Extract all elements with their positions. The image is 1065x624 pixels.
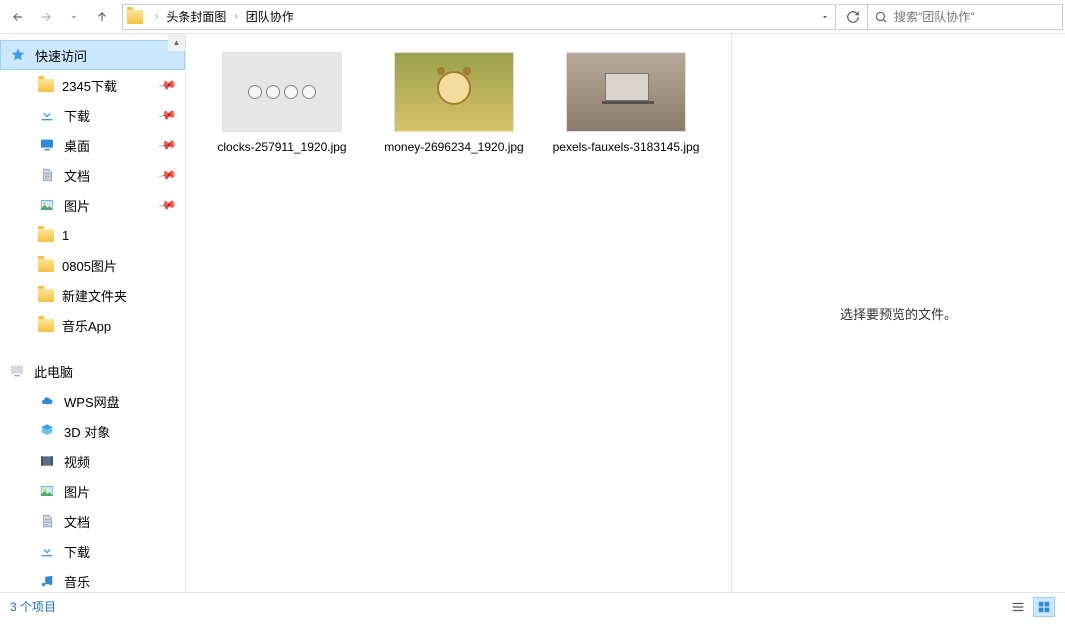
refresh-button[interactable]	[838, 4, 868, 30]
files-pane[interactable]: clocks-257911_1920.jpg money-2696234_192…	[186, 34, 731, 592]
view-details-button[interactable]	[1007, 597, 1029, 617]
folder-icon	[127, 10, 143, 24]
pin-icon: 📌	[157, 195, 177, 215]
address-dropdown-button[interactable]	[815, 5, 835, 29]
sidebar-item-label: 下载	[64, 542, 90, 561]
sidebar-item-label: 视频	[64, 452, 90, 471]
sidebar-item-label: 3D 对象	[64, 422, 110, 441]
file-thumbnail	[566, 52, 686, 132]
toolbar: › 头条封面图 › 团队协作	[0, 0, 1065, 34]
sidebar-item-musicapp[interactable]: 音乐App	[0, 310, 185, 340]
file-item[interactable]: clocks-257911_1920.jpg	[196, 52, 368, 156]
file-item[interactable]: pexels-fauxels-3183145.jpg	[540, 52, 712, 156]
cloud-icon	[38, 392, 56, 410]
sidebar-item-label: 文档	[64, 512, 90, 531]
preview-empty-text: 选择要预览的文件。	[840, 304, 957, 323]
breadcrumb: › 头条封面图 › 团队协作	[123, 8, 815, 25]
sidebar-item-downloads2[interactable]: 下载	[0, 536, 185, 566]
view-thumbnails-button[interactable]	[1033, 597, 1055, 617]
pin-icon: 📌	[157, 75, 177, 95]
folder-icon	[38, 319, 54, 332]
chevron-right-icon[interactable]: ›	[149, 11, 164, 22]
music-icon	[38, 572, 56, 590]
folder-icon	[38, 289, 54, 302]
sidebar-item-label: 2345下载	[62, 76, 117, 95]
sidebar-item-pictures2[interactable]: 图片	[0, 476, 185, 506]
sidebar-item-video[interactable]: 视频	[0, 446, 185, 476]
picture-icon	[38, 196, 56, 214]
sidebar-item-1[interactable]: 1	[0, 220, 185, 250]
sidebar-item-0805[interactable]: 0805图片	[0, 250, 185, 280]
pin-icon: 📌	[157, 105, 177, 125]
pin-icon: 📌	[157, 135, 177, 155]
folder-icon	[38, 259, 54, 272]
file-item[interactable]: money-2696234_1920.jpg	[368, 52, 540, 156]
sidebar-item-label: 快速访问	[35, 46, 87, 65]
nav-buttons	[0, 4, 120, 30]
preview-pane: 选择要预览的文件。	[731, 34, 1065, 592]
file-name-label: clocks-257911_1920.jpg	[202, 138, 362, 156]
view-switcher	[1007, 597, 1055, 617]
main-area: ▲ 快速访问 2345下载 📌 下载 📌 桌面 📌 文档 📌 图片	[0, 34, 1065, 592]
scrollbar-up-arrow[interactable]: ▲	[168, 34, 185, 51]
download-icon	[38, 542, 56, 560]
file-name-label: pexels-fauxels-3183145.jpg	[546, 138, 706, 156]
sidebar-item-label: 新建文件夹	[62, 286, 127, 305]
sidebar-item-2345[interactable]: 2345下载 📌	[0, 70, 185, 100]
content-area: clocks-257911_1920.jpg money-2696234_192…	[186, 34, 1065, 592]
sidebar-item-label: 下载	[64, 106, 90, 125]
sidebar-item-label: 此电脑	[34, 362, 73, 381]
sidebar-item-pictures[interactable]: 图片 📌	[0, 190, 185, 220]
forward-button[interactable]	[32, 4, 60, 30]
sidebar-item-label: 0805图片	[62, 256, 117, 275]
sidebar-item-newfolder[interactable]: 新建文件夹	[0, 280, 185, 310]
video-icon	[38, 452, 56, 470]
sidebar-item-downloads[interactable]: 下载 📌	[0, 100, 185, 130]
back-button[interactable]	[4, 4, 32, 30]
search-icon	[874, 10, 888, 24]
sidebar-item-label: 桌面	[64, 136, 90, 155]
status-item-count: 3 个项目	[10, 598, 56, 615]
sidebar-item-desktop[interactable]: 桌面 📌	[0, 130, 185, 160]
chevron-right-icon[interactable]: ›	[228, 11, 243, 22]
pc-icon	[8, 362, 26, 380]
star-icon	[9, 46, 27, 64]
sidebar-item-wps[interactable]: WPS网盘	[0, 386, 185, 416]
status-bar: 3 个项目	[0, 592, 1065, 620]
document-icon	[38, 512, 56, 530]
up-button[interactable]	[88, 4, 116, 30]
sidebar-item-label: 音乐App	[62, 316, 111, 335]
folder-icon	[38, 79, 54, 92]
folder-icon	[38, 229, 54, 242]
address-bar[interactable]: › 头条封面图 › 团队协作	[122, 4, 836, 30]
sidebar-item-music[interactable]: 音乐	[0, 566, 185, 592]
sidebar-item-label: WPS网盘	[64, 392, 120, 411]
document-icon	[38, 166, 56, 184]
recent-locations-dropdown[interactable]	[60, 4, 88, 30]
picture-icon	[38, 482, 56, 500]
3d-icon	[38, 422, 56, 440]
file-thumbnail	[222, 52, 342, 132]
sidebar-item-label: 文档	[64, 166, 90, 185]
sidebar-item-3d[interactable]: 3D 对象	[0, 416, 185, 446]
sidebar-item-label: 图片	[64, 482, 90, 501]
file-name-label: money-2696234_1920.jpg	[374, 138, 534, 156]
sidebar-item-documents[interactable]: 文档 📌	[0, 160, 185, 190]
search-box[interactable]	[868, 4, 1063, 30]
sidebar-this-pc[interactable]: 此电脑	[0, 356, 185, 386]
pin-icon: 📌	[157, 165, 177, 185]
desktop-icon	[38, 136, 56, 154]
download-icon	[38, 106, 56, 124]
sidebar-item-label: 图片	[64, 196, 90, 215]
breadcrumb-item[interactable]: 头条封面图	[164, 8, 228, 25]
sidebar-quick-access[interactable]: 快速访问	[0, 40, 185, 70]
sidebar-item-label: 1	[62, 228, 69, 243]
breadcrumb-item[interactable]: 团队协作	[244, 8, 296, 25]
file-thumbnail	[394, 52, 514, 132]
sidebar-item-documents2[interactable]: 文档	[0, 506, 185, 536]
sidebar: ▲ 快速访问 2345下载 📌 下载 📌 桌面 📌 文档 📌 图片	[0, 34, 186, 592]
sidebar-item-label: 音乐	[64, 572, 90, 591]
search-input[interactable]	[894, 10, 1062, 24]
